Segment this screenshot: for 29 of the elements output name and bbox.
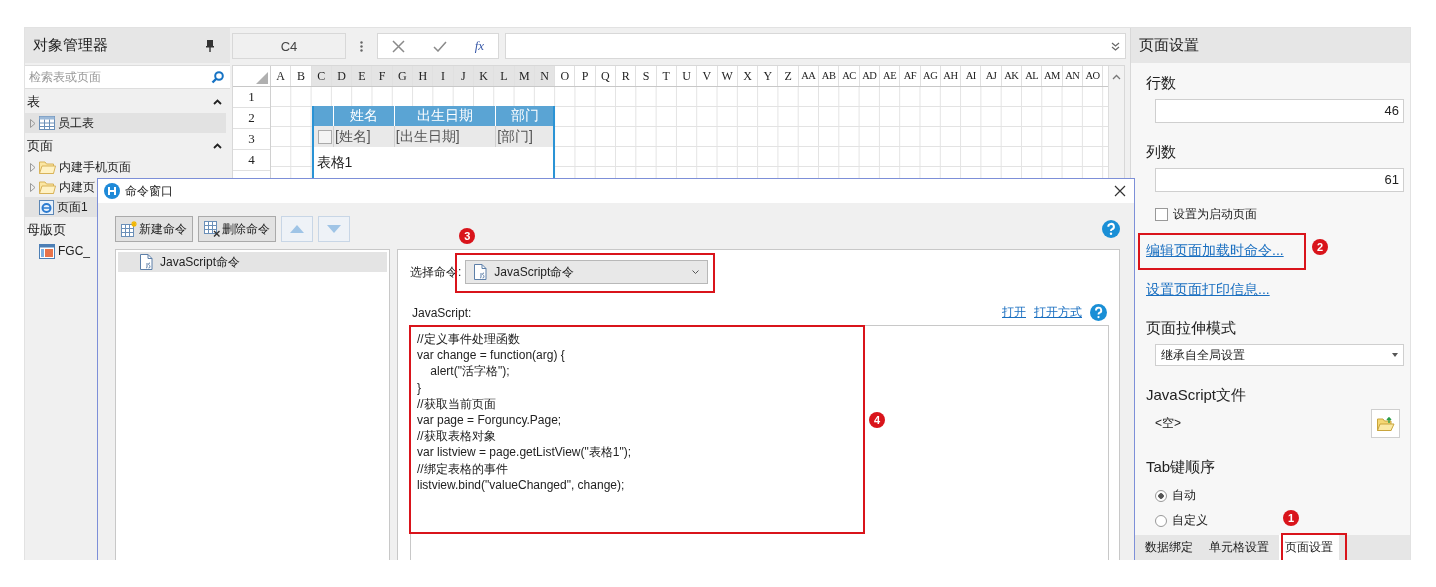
panel-title: 对象管理器: [33, 36, 108, 55]
code-line: //定义事件处理函数: [417, 331, 520, 348]
table-header-cell-text: 部门: [509, 106, 540, 125]
table-cell-text: [部门]: [496, 126, 534, 146]
dialog-title: 命令窗口: [125, 182, 173, 200]
table-cell: [姓名]: [333, 126, 395, 147]
field-label: JavaScript文件: [1146, 386, 1247, 405]
code-line: //绑定表格的事件: [417, 460, 508, 477]
table-name: 表格1: [315, 153, 354, 172]
code-line: var listview = page.getListView("表格1");: [417, 444, 632, 461]
code-line: alert("活字格");: [429, 363, 510, 380]
callout-badge: 2: [1312, 239, 1328, 255]
code-line: var page = Forguncy.Page;: [417, 412, 562, 429]
code-line: //获取当前页面: [417, 395, 496, 412]
code-line: var change = function(arg) {: [417, 347, 565, 364]
code-line: //获取表格对象: [417, 428, 496, 445]
callout-badge: 1: [1283, 510, 1299, 526]
file-value: <空>: [1155, 415, 1181, 432]
code-line: }: [417, 379, 421, 396]
code-line: listview.bind("valueChanged", change);: [417, 476, 625, 494]
field-label: 行数: [1146, 74, 1176, 93]
callout-badge: 4: [869, 412, 885, 428]
callout-badge: 3: [459, 228, 476, 244]
panel-title: 页面设置: [1139, 36, 1199, 55]
table-cell: [出生日期]: [394, 126, 497, 147]
field-label: 列数: [1146, 143, 1176, 162]
editor-label: JavaScript:: [412, 305, 472, 320]
field-label: 页面拉伸模式: [1146, 319, 1236, 338]
field-label: Tab键顺序: [1146, 458, 1216, 477]
